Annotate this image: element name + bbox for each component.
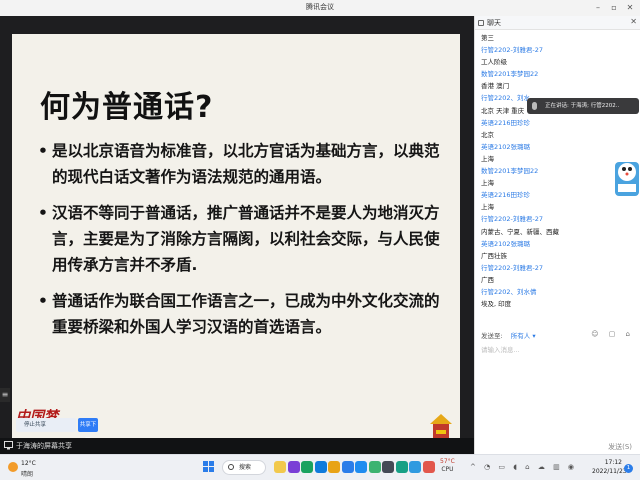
- chat-panel: 聊天 ✕ 第三 行管2202-刘雅君-27 工人阶级 数管2201李梦园22 香港 澳门…: [474, 16, 640, 454]
- toolbar-expand-handle[interactable]: ≡: [0, 388, 10, 402]
- chat-message-text: 工人阶级: [481, 58, 507, 67]
- taskbar-app-icon[interactable]: [422, 461, 435, 473]
- send-to-row: 发送至: 所有人 ▾: [481, 330, 536, 340]
- microphone-icon: [532, 102, 537, 110]
- chat-message-text: 上海: [481, 203, 494, 212]
- taskbar-app-icon[interactable]: [368, 461, 381, 473]
- cpu-temperature-widget[interactable]: 57°C CPU: [440, 458, 455, 474]
- bullet-dot: •: [38, 292, 48, 310]
- chat-sender-name[interactable]: 数管2201李梦园22: [481, 68, 631, 80]
- chat-sender-name[interactable]: 行管2202-刘雅君-27: [481, 213, 631, 225]
- chat-message-text: 第三: [481, 34, 494, 42]
- chat-sender-name[interactable]: 数管2201李梦园22: [481, 165, 631, 177]
- close-chat-icon[interactable]: ✕: [630, 17, 637, 26]
- chat-sender-name[interactable]: 英语2102张璐璐: [481, 141, 631, 153]
- chat-message-text: 上海: [481, 179, 494, 188]
- cpu-temperature: 57°C: [440, 458, 455, 465]
- minimize-button[interactable]: –: [592, 2, 604, 13]
- slide-bullet: • 汉语不等同于普通话，推广普通话并不是要人为地消灭方言，主要是为了消除方言隔阂…: [38, 200, 450, 278]
- clock-time: 17:12: [604, 459, 622, 466]
- search-label: 搜索: [239, 464, 252, 471]
- chat-sender-name[interactable]: 英语2216田珍珍: [481, 189, 631, 201]
- chat-message-text: 广西壮族: [481, 251, 507, 260]
- taskbar-app-icon[interactable]: [409, 461, 421, 473]
- maximize-button[interactable]: ▫: [608, 2, 620, 13]
- weather-temperature: 12°C: [21, 460, 36, 467]
- chat-sender-name[interactable]: 行管2202-刘雅君-27: [481, 44, 631, 56]
- chat-input[interactable]: 请输入消息...: [481, 344, 520, 354]
- windows-taskbar: 12°C 晴朗 搜索 57°C CPU ^ ◔ ▭ ◖ ⌂ ☁ ▥ ◉ 17:1…: [0, 454, 640, 480]
- chat-title: 聊天: [487, 19, 501, 27]
- taskbar-app-icon[interactable]: [314, 461, 327, 473]
- chat-tool-icons[interactable]: ☺ ▢ ⌂: [591, 330, 634, 338]
- speaking-indicator: 正在讲话: 于海涛; 行管2202..: [527, 98, 639, 114]
- send-to-label: 发送至:: [481, 332, 503, 340]
- window-title-bar: 腾讯会议 – ▫ ✕: [0, 0, 640, 16]
- doraemon-sticker-icon: [615, 162, 639, 196]
- screen-share-status-bar: 于海涛的屏幕共享: [0, 438, 474, 454]
- chat-sender-name[interactable]: 英语2102张璐璐: [481, 238, 631, 250]
- slide-bullet: • 是以北京语音为标准音，以北方官话为基础方言，以典范的现代白话文著作为语法规范…: [38, 138, 450, 190]
- chat-sender-name[interactable]: 英语2216田珍珍: [481, 117, 631, 129]
- notification-badge[interactable]: 1: [624, 464, 633, 473]
- slide-bullet: • 普通话作为联合国工作语言之一，已成为中外文化交流的重要桥梁和外国人学习汉语的…: [38, 288, 450, 340]
- shared-slide: 何为普通话? • 是以北京语音为标准音，以北方官话为基础方言，以典范的现代白话文…: [12, 34, 460, 450]
- chat-message-list[interactable]: 第三 行管2202-刘雅君-27 工人阶级 数管2201李梦园22 香港 澳门 行管220…: [481, 32, 631, 310]
- bullet-text: 是以北京语音为标准音，以北方官话为基础方言，以典范的现代白话文著作为语法规范的通…: [52, 142, 440, 186]
- chat-sender-name[interactable]: 行管2202-刘雅君-27: [481, 262, 631, 274]
- screen-share-owner-label: 于海涛的屏幕共享: [16, 442, 72, 450]
- taskbar-app-icon[interactable]: [355, 461, 367, 473]
- chat-message-text: 上海: [481, 154, 494, 163]
- taskbar-app-icon[interactable]: [382, 461, 394, 473]
- chat-message-text: 埃及, 印度: [481, 300, 512, 309]
- clock-date: 2022/11/23: [592, 468, 627, 475]
- taskbar-app-icon[interactable]: [395, 461, 408, 473]
- chat-message-text: 香港 澳门: [481, 82, 510, 91]
- window-title: 腾讯会议: [306, 3, 334, 11]
- chat-icon: [478, 20, 484, 26]
- slide-title: 何为普通话?: [40, 90, 214, 125]
- slide-bullet-list: • 是以北京语音为标准音，以北方官话为基础方言，以典范的现代白话文著作为语法规范…: [38, 138, 450, 350]
- taskbar-app-icon[interactable]: [287, 461, 300, 473]
- speaking-text: 正在讲话: 于海涛; 行管2202..: [545, 103, 620, 109]
- bullet-text: 普通话作为联合国工作语言之一，已成为中外文化交流的重要桥梁和外国人学习汉语的首选…: [52, 292, 440, 336]
- chat-sender-name[interactable]: 行管2202、刘水倩: [481, 286, 631, 298]
- taskbar-app-icon[interactable]: [328, 461, 340, 473]
- bullet-dot: •: [38, 142, 48, 160]
- weather-condition: 晴朗: [21, 471, 34, 478]
- recipient-value: 所有人: [510, 332, 531, 340]
- chat-message-text: 内蒙古、宁夏、新疆、西藏: [481, 227, 559, 236]
- send-button[interactable]: 发送(S): [608, 442, 632, 452]
- chevron-down-icon: ▾: [532, 332, 536, 340]
- taskbar-clock[interactable]: 17:12 2022/11/23: [592, 458, 627, 476]
- recipient-select[interactable]: 所有人 ▾: [511, 332, 536, 340]
- taskbar-app-icon[interactable]: [301, 461, 313, 473]
- system-tray-icons[interactable]: ^ ◔ ▭ ◖ ⌂ ☁ ▥ ◉: [470, 463, 577, 471]
- meeting-video-area: 何为普通话? • 是以北京语音为标准音，以北方官话为基础方言，以典范的现代白话文…: [0, 16, 474, 454]
- weather-widget[interactable]: 12°C 晴朗: [8, 459, 48, 479]
- sun-icon: [8, 462, 18, 472]
- cpu-label: CPU: [441, 466, 454, 473]
- chat-message-text: 北京: [481, 130, 494, 139]
- windows-start-icon[interactable]: [203, 461, 215, 473]
- close-window-button[interactable]: ✕: [624, 2, 636, 13]
- stop-share-chip[interactable]: 停止共享: [16, 418, 76, 432]
- bullet-text: 汉语不等同于普通话，推广普通话并不是要人为地消灭方言，主要是为了消除方言隔阂，以…: [52, 204, 440, 274]
- taskbar-app-icon[interactable]: [274, 461, 286, 473]
- taskbar-app-icon[interactable]: [341, 461, 354, 473]
- chat-header: 聊天 ✕: [475, 16, 640, 30]
- bullet-dot: •: [38, 204, 48, 222]
- screen-share-icon: [4, 441, 13, 450]
- chat-message-text: 广西: [481, 275, 494, 284]
- share-next-button[interactable]: 共享下一: [78, 418, 98, 442]
- taskbar-search-box[interactable]: 搜索: [222, 460, 266, 475]
- search-icon: [228, 464, 234, 470]
